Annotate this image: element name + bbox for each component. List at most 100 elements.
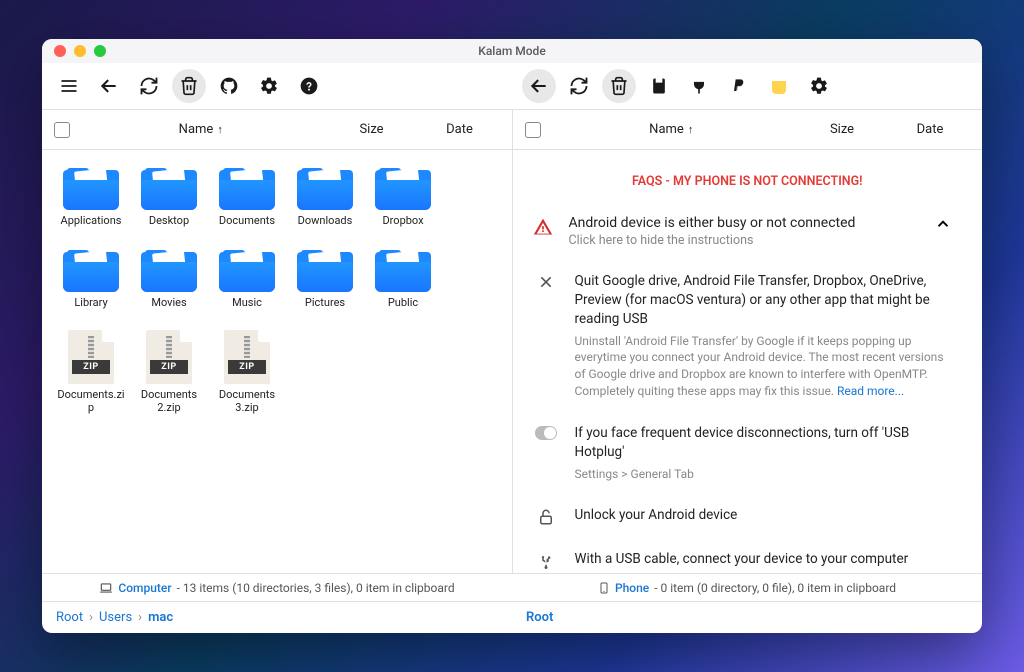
laptop-icon <box>99 581 113 595</box>
right-status: Phone - 0 item (0 directory, 0 file), 0 … <box>512 574 982 601</box>
right-toolbar <box>512 63 982 109</box>
accordion-header[interactable]: Android device is either busy or not con… <box>523 207 973 260</box>
folder-icon <box>141 248 197 292</box>
zip-icon: ZIP <box>224 330 270 384</box>
folder-icon <box>141 166 197 210</box>
usb-icon <box>537 552 555 570</box>
step-hotplug: If you face frequent device disconnectio… <box>523 412 973 495</box>
item-label: Documents 3.zip <box>211 388 283 416</box>
titlebar: Kalam Mode <box>42 39 982 63</box>
item-label: Music <box>232 296 262 310</box>
status-row: Computer - 13 items (10 directories, 3 f… <box>42 573 982 601</box>
step-title: Quit Google drive, Android File Transfer… <box>575 272 953 329</box>
item-label: Applications <box>61 214 122 228</box>
accordion-subtitle: Click here to hide the instructions <box>569 233 856 248</box>
unlock-icon <box>537 508 555 526</box>
left-body[interactable]: Applications Desktop Documents Downloads Dro… <box>42 150 512 573</box>
toolbar-row <box>42 63 982 109</box>
folder-item[interactable]: Public <box>364 242 442 316</box>
col-size-right[interactable]: Size <box>802 122 882 137</box>
folder-item[interactable]: Documents <box>208 160 286 234</box>
left-toolbar <box>42 63 512 109</box>
col-date-right[interactable]: Date <box>890 122 970 137</box>
folder-item[interactable]: Dropbox <box>364 160 442 234</box>
right-breadcrumb: Root <box>512 602 982 633</box>
folder-item[interactable]: Downloads <box>286 160 364 234</box>
col-name[interactable]: Name↑ <box>78 122 324 137</box>
delete-button-right[interactable] <box>602 69 636 103</box>
back-button[interactable] <box>92 69 126 103</box>
refresh-button[interactable] <box>132 69 166 103</box>
app-window: Kalam Mode Name↑ Size <box>42 39 982 633</box>
donate-button[interactable] <box>762 69 796 103</box>
col-date[interactable]: Date <box>420 122 500 137</box>
status-text: - 13 items (10 directories, 3 files), 0 … <box>177 581 455 595</box>
breadcrumb-separator: › <box>138 610 142 625</box>
breadcrumb-item[interactable]: mac <box>148 610 173 625</box>
item-label: Movies <box>151 296 186 310</box>
item-label: Downloads <box>298 214 353 228</box>
refresh-button-right[interactable] <box>562 69 596 103</box>
breadcrumb-separator: › <box>89 610 93 625</box>
left-columns: Name↑ Size Date <box>42 110 512 150</box>
folder-icon <box>63 166 119 210</box>
read-more-link[interactable]: Read more... <box>837 384 904 398</box>
toggle-icon <box>535 426 557 440</box>
folder-item[interactable]: Pictures <box>286 242 364 316</box>
breadcrumb-item[interactable]: Root <box>526 610 553 625</box>
folder-icon <box>219 166 275 210</box>
right-pane: Name↑ Size Date FAQS - MY PHONE IS NOT C… <box>513 110 983 573</box>
zip-icon: ZIP <box>68 330 114 384</box>
step-title: Unlock your Android device <box>575 506 738 525</box>
device-label: Computer <box>118 581 171 595</box>
folder-item[interactable]: Library <box>52 242 130 316</box>
back-button-right[interactable] <box>522 69 556 103</box>
menu-button[interactable] <box>52 69 86 103</box>
item-label: Public <box>388 296 418 310</box>
help-button[interactable] <box>292 69 326 103</box>
select-all-checkbox[interactable] <box>54 122 70 138</box>
storage-button[interactable] <box>642 69 676 103</box>
phone-icon <box>598 581 610 595</box>
step-title: If you face frequent device disconnectio… <box>575 424 953 462</box>
cup-icon <box>772 78 786 94</box>
item-label: Pictures <box>305 296 345 310</box>
breadcrumb-item[interactable]: Root <box>56 610 83 625</box>
minimize-window[interactable] <box>74 45 86 57</box>
accordion-title: Android device is either busy or not con… <box>569 215 856 231</box>
folder-icon <box>297 166 353 210</box>
maximize-window[interactable] <box>94 45 106 57</box>
col-size[interactable]: Size <box>332 122 412 137</box>
zip-item[interactable]: ZIPDocuments 2.zip <box>130 324 208 422</box>
left-breadcrumb: Root › Users › mac <box>42 602 512 633</box>
breadcrumb-row: Root › Users › mac Root <box>42 601 982 633</box>
step-quit-apps: Quit Google drive, Android File Transfer… <box>523 260 973 412</box>
settings-button-right[interactable] <box>802 69 836 103</box>
github-button[interactable] <box>212 69 246 103</box>
folder-item[interactable]: Music <box>208 242 286 316</box>
folder-item[interactable]: Movies <box>130 242 208 316</box>
plug-button[interactable] <box>682 69 716 103</box>
zip-icon: ZIP <box>146 330 192 384</box>
folder-icon <box>297 248 353 292</box>
item-label: Desktop <box>149 214 189 228</box>
right-body[interactable]: FAQS - MY PHONE IS NOT CONNECTING! Andro… <box>513 150 983 573</box>
folder-icon <box>375 248 431 292</box>
zip-item[interactable]: ZIPDocuments.zip <box>52 324 130 422</box>
item-label: Documents <box>219 214 275 228</box>
settings-button[interactable] <box>252 69 286 103</box>
breadcrumb-item[interactable]: Users <box>99 610 132 625</box>
paypal-button[interactable] <box>722 69 756 103</box>
folder-icon <box>63 248 119 292</box>
zip-item[interactable]: ZIP Documents 3.zip <box>208 324 286 422</box>
select-all-checkbox-right[interactable] <box>525 122 541 138</box>
step-subtitle: Settings > General Tab <box>575 466 953 483</box>
close-window[interactable] <box>54 45 66 57</box>
delete-button[interactable] <box>172 69 206 103</box>
col-name-right[interactable]: Name↑ <box>549 122 795 137</box>
folder-item[interactable]: Applications <box>52 160 130 234</box>
faq-link[interactable]: FAQS - MY PHONE IS NOT CONNECTING! <box>523 160 973 207</box>
status-text: - 0 item (0 directory, 0 file), 0 item i… <box>654 581 896 595</box>
chevron-up-icon[interactable] <box>934 215 952 233</box>
folder-item[interactable]: Desktop <box>130 160 208 234</box>
